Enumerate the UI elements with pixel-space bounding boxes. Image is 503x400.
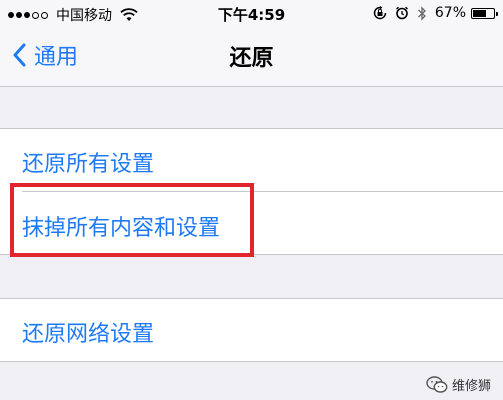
page-title: 还原 — [229, 46, 274, 71]
battery-level — [473, 9, 486, 17]
network-reset-group: 还原网络设置 — [0, 298, 503, 362]
reset-network-settings-item[interactable]: 还原网络设置 — [0, 299, 503, 361]
bluetooth-icon — [417, 5, 426, 21]
reset-all-settings-item[interactable]: 还原所有设置 — [0, 129, 503, 191]
battery-icon — [471, 7, 498, 19]
status-bar: 中国移动 下午4:59 67% — [0, 0, 503, 26]
reset-all-settings-label: 还原所有设置 — [22, 152, 155, 177]
erase-all-content-item[interactable]: 抹掉所有内容和设置 — [0, 192, 503, 254]
navigation-bar: 通用 还原 — [0, 26, 503, 87]
reset-network-settings-label: 还原网络设置 — [22, 322, 155, 347]
watermark-text: 维修狮 — [451, 379, 491, 394]
watermark: 维修狮 — [426, 375, 491, 394]
reset-options-group: 还原所有设置 抹掉所有内容和设置 — [0, 128, 503, 255]
rotation-lock-icon — [373, 6, 387, 20]
alarm-icon — [395, 6, 408, 20]
battery-percent: 67% — [434, 5, 466, 21]
wechat-icon — [426, 375, 448, 393]
status-right: 67% — [365, 5, 498, 21]
erase-all-content-label: 抹掉所有内容和设置 — [22, 216, 221, 241]
